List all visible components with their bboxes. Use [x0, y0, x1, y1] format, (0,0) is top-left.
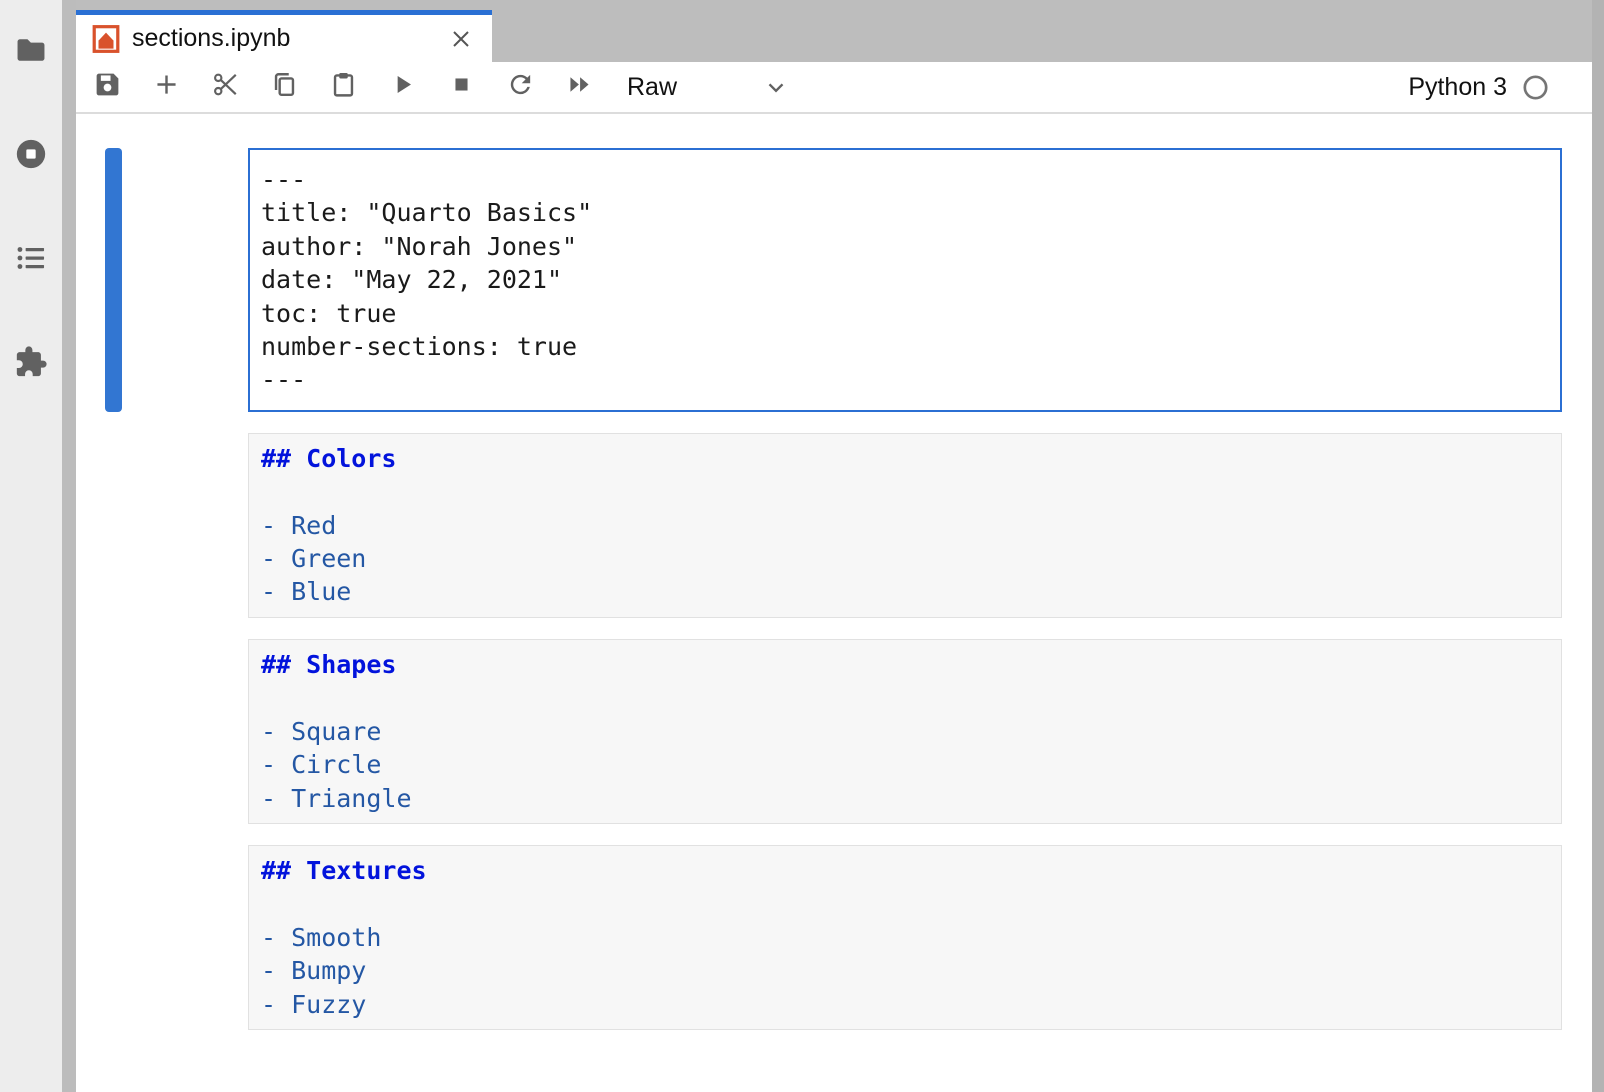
- cell-collapser[interactable]: [105, 845, 122, 1030]
- interrupt-kernel-button[interactable]: [432, 65, 491, 109]
- save-button[interactable]: [78, 65, 137, 109]
- run-cell-button[interactable]: [373, 65, 432, 109]
- clipboard-icon: [329, 70, 358, 104]
- sidebar-item-file-browser[interactable]: [0, 0, 62, 104]
- kernel-idle-circle-icon[interactable]: [1522, 74, 1549, 101]
- source-line: title: "Quarto Basics": [261, 196, 1549, 229]
- source-line: [261, 887, 1549, 920]
- paste-cell-button[interactable]: [314, 65, 373, 109]
- source-line: - Triangle: [261, 782, 1549, 815]
- raw-cell[interactable]: ---title: "Quarto Basics"author: "Norah …: [248, 148, 1562, 412]
- source-line: toc: true: [261, 297, 1549, 330]
- source-line: - Square: [261, 715, 1549, 748]
- refresh-icon: [506, 70, 535, 104]
- tab-sections-ipynb[interactable]: sections.ipynb: [76, 10, 492, 62]
- sidebar-item-running-sessions[interactable]: [0, 104, 62, 208]
- kernel-area: Python 3: [1408, 73, 1549, 102]
- markdown-cell[interactable]: ## Colors - Red- Green- Blue: [248, 433, 1562, 618]
- kernel-name[interactable]: Python 3: [1408, 73, 1507, 102]
- source-line: - Smooth: [261, 921, 1549, 954]
- main-area: sections.ipynb: [76, 0, 1592, 1092]
- markdown-cell[interactable]: ## Textures - Smooth- Bumpy- Fuzzy: [248, 845, 1562, 1030]
- source-line: [261, 475, 1549, 508]
- close-icon[interactable]: [446, 24, 476, 54]
- source-line: ## Shapes: [261, 648, 1549, 681]
- play-icon: [388, 70, 417, 104]
- notebook-icon: [92, 24, 120, 54]
- cell-collapser[interactable]: [105, 148, 122, 412]
- source-line: author: "Norah Jones": [261, 230, 1549, 263]
- sidebar-item-extension-manager[interactable]: [0, 312, 62, 416]
- cell-row: ## Colors - Red- Green- Blue: [105, 433, 1562, 618]
- scrollbar-track[interactable]: [1592, 0, 1604, 1092]
- restart-kernel-button[interactable]: [491, 65, 550, 109]
- cut-cell-button[interactable]: [196, 65, 255, 109]
- cell-type-dropdown[interactable]: Raw: [627, 73, 789, 102]
- cell-type-value: Raw: [627, 73, 677, 102]
- notebook-toolbar: Raw Python 3: [76, 62, 1592, 114]
- stop-icon: [447, 70, 476, 104]
- markdown-cell[interactable]: ## Shapes - Square- Circle- Triangle: [248, 639, 1562, 824]
- tab-bar: sections.ipynb: [76, 0, 1592, 62]
- cell-collapser[interactable]: [105, 639, 122, 824]
- source-line: ## Colors: [261, 442, 1549, 475]
- activity-bar: [0, 0, 62, 1092]
- source-line: - Blue: [261, 575, 1549, 608]
- source-line: - Bumpy: [261, 954, 1549, 987]
- source-line: date: "May 22, 2021": [261, 263, 1549, 296]
- sidebar-item-table-of-contents[interactable]: [0, 208, 62, 312]
- jupyterlab-window: sections.ipynb: [0, 0, 1604, 1092]
- stop-circle-icon: [14, 137, 48, 176]
- source-line: - Green: [261, 542, 1549, 575]
- chevron-down-icon: [763, 74, 789, 100]
- restart-run-all-button[interactable]: [550, 65, 609, 109]
- tab-title: sections.ipynb: [132, 24, 290, 53]
- cell-row: ## Shapes - Square- Circle- Triangle: [105, 639, 1562, 824]
- cell-list: ---title: "Quarto Basics"author: "Norah …: [76, 148, 1592, 1030]
- source-line: number-sections: true: [261, 330, 1549, 363]
- plus-icon: [152, 70, 181, 104]
- notebook-panel: ---title: "Quarto Basics"author: "Norah …: [76, 114, 1592, 1092]
- source-line: ## Textures: [261, 854, 1549, 887]
- insert-cell-button[interactable]: [137, 65, 196, 109]
- source-line: - Red: [261, 509, 1549, 542]
- cell-row: ---title: "Quarto Basics"author: "Norah …: [105, 148, 1562, 412]
- copy-cell-button[interactable]: [255, 65, 314, 109]
- source-line: - Fuzzy: [261, 988, 1549, 1021]
- list-icon: [14, 241, 48, 280]
- source-line: ---: [261, 363, 1549, 396]
- cell-collapser[interactable]: [105, 433, 122, 618]
- puzzle-icon: [14, 345, 48, 384]
- source-line: - Circle: [261, 748, 1549, 781]
- save-icon: [93, 70, 122, 104]
- fast-forward-icon: [565, 70, 594, 104]
- folder-icon: [14, 33, 48, 72]
- scissors-icon: [211, 70, 240, 104]
- copy-icon: [270, 70, 299, 104]
- source-line: ---: [261, 163, 1549, 196]
- source-line: [261, 681, 1549, 714]
- cell-row: ## Textures - Smooth- Bumpy- Fuzzy: [105, 845, 1562, 1030]
- sidebar-divider[interactable]: [62, 0, 76, 1092]
